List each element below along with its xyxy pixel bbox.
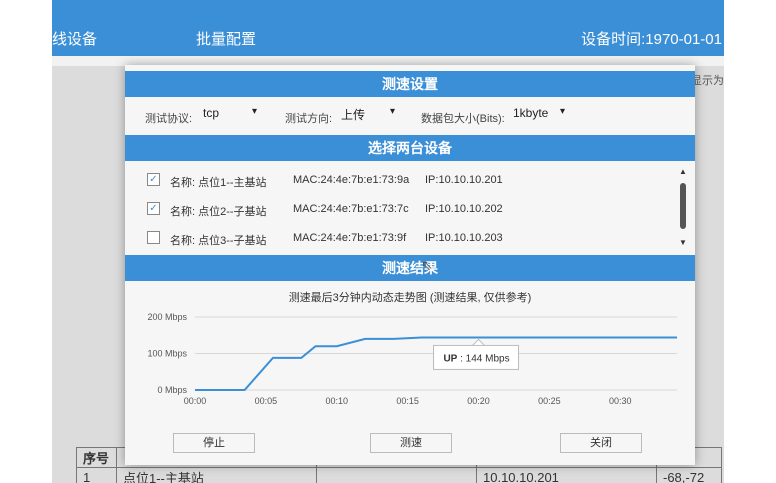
side-hint-text: 显示为: [691, 75, 724, 87]
list-item[interactable]: ✓ 名称: 点位1--主基站 MAC:24:4e:7b:e1:73:9a IP:…: [125, 169, 675, 191]
device-name: 名称: 点位2--子基站: [170, 206, 267, 218]
screen-bezel-right: [724, 0, 776, 483]
stop-button[interactable]: 停止: [173, 433, 255, 453]
device-ip: IP:10.10.10.201: [425, 174, 503, 186]
section-header-devices: 选择两台设备: [125, 135, 695, 161]
tooltip-value: : 144 Mbps: [457, 353, 509, 364]
section-header-settings: 测速设置: [125, 71, 695, 97]
chevron-down-icon: ▾: [559, 106, 565, 117]
device-ip: IP:10.10.10.203: [425, 232, 503, 244]
device-name: 名称: 点位3--子基站: [170, 235, 267, 247]
section-header-results: 测速结果: [125, 255, 695, 281]
protocol-select[interactable]: tcp ▾: [201, 106, 259, 126]
screen-bezel-left: [0, 0, 52, 483]
settings-row: 测试协议: tcp ▾ 测试方向: 上传 ▾ 数据包大小(Bits): 1kby…: [125, 99, 695, 135]
device-mac: MAC:24:4e:7b:e1:73:7c: [293, 203, 409, 215]
table-header-index: 序号: [76, 447, 117, 468]
protocol-value: tcp: [203, 106, 220, 120]
nav-item-batch-config[interactable]: 批量配置: [196, 28, 256, 49]
table-cell-signal: -68,-72: [656, 467, 722, 483]
app-header: 线设备 批量配置 设备时间:1970-01-01: [52, 0, 724, 56]
y-tick-label: 100 Mbps: [147, 349, 187, 359]
y-tick-label: 0 Mbps: [157, 385, 187, 395]
mouse-cursor-icon: ⇖: [421, 257, 433, 273]
x-tick-label: 00:05: [255, 396, 278, 406]
device-list-scrollbar[interactable]: ▲ ▼: [679, 167, 687, 247]
packet-size-value: 1kbyte: [513, 106, 549, 120]
x-tick-label: 00:20: [467, 396, 490, 406]
packet-size-label: 数据包大小(Bits):: [421, 113, 505, 125]
direction-label: 测试方向:: [285, 113, 333, 125]
device-checkbox[interactable]: ✓: [147, 202, 160, 215]
chart-title: 测速最后3分钟内动态走势图 (测速结果, 仅供参考): [288, 292, 532, 304]
device-checkbox[interactable]: ✓: [147, 173, 160, 186]
x-tick-label: 00:10: [325, 396, 348, 406]
direction-select[interactable]: 上传 ▾: [339, 106, 397, 126]
table-cell-ip: 10.10.10.201: [476, 467, 657, 483]
list-item[interactable]: 名称: 点位3--子基站 MAC:24:4e:7b:e1:73:9f IP:10…: [125, 227, 675, 249]
nav-item-devices[interactable]: 线设备: [52, 28, 97, 49]
device-name: 名称: 点位1--主基站: [170, 177, 267, 189]
x-tick-label: 00:00: [184, 396, 207, 406]
direction-value: 上传: [341, 108, 366, 122]
speed-test-modal: 测速设置 测试协议: tcp ▾ 测试方向: 上传 ▾ 数据包大小(Bits):…: [125, 65, 695, 465]
table-cell-index: 1: [76, 467, 117, 483]
list-item[interactable]: ✓ 名称: 点位2--子基站 MAC:24:4e:7b:e1:73:7c IP:…: [125, 198, 675, 220]
device-list: ✓ 名称: 点位1--主基站 MAC:24:4e:7b:e1:73:9a IP:…: [125, 161, 695, 253]
chevron-down-icon: ▾: [251, 106, 257, 117]
packet-size-select[interactable]: 1kbyte ▾: [511, 106, 567, 126]
scrollbar-thumb[interactable]: [680, 183, 686, 229]
x-tick-label: 00:15: [396, 396, 419, 406]
chevron-down-icon: ▾: [389, 106, 395, 117]
device-mac: MAC:24:4e:7b:e1:73:9f: [293, 232, 407, 244]
start-test-button[interactable]: 测速: [370, 433, 452, 453]
device-time: 设备时间:1970-01-01: [581, 31, 722, 48]
tooltip-pointer: [472, 338, 485, 346]
close-button[interactable]: 关闭: [560, 433, 642, 453]
x-tick-label: 00:30: [609, 396, 632, 406]
protocol-label: 测试协议:: [145, 113, 193, 125]
table-cell-name: 点位1--主基站: [116, 467, 317, 483]
speed-chart: 0 Mbps 100 Mbps 200 Mbps 00:00 00:05 00:10 00:…: [125, 281, 695, 431]
scroll-down-icon[interactable]: ▼: [679, 238, 687, 247]
scroll-up-icon[interactable]: ▲: [679, 167, 687, 176]
y-tick-label: 200 Mbps: [147, 312, 187, 322]
table-row[interactable]: 1 点位1--主基站 10.10.10.201 -68,-72: [76, 467, 722, 483]
device-checkbox[interactable]: [147, 231, 160, 244]
device-mac: MAC:24:4e:7b:e1:73:9a: [293, 174, 410, 186]
device-ip: IP:10.10.10.202: [425, 203, 503, 215]
x-tick-label: 00:25: [538, 396, 561, 406]
tooltip-text: UP : 144 Mbps: [443, 353, 509, 364]
tooltip-series-label: UP: [443, 353, 457, 364]
